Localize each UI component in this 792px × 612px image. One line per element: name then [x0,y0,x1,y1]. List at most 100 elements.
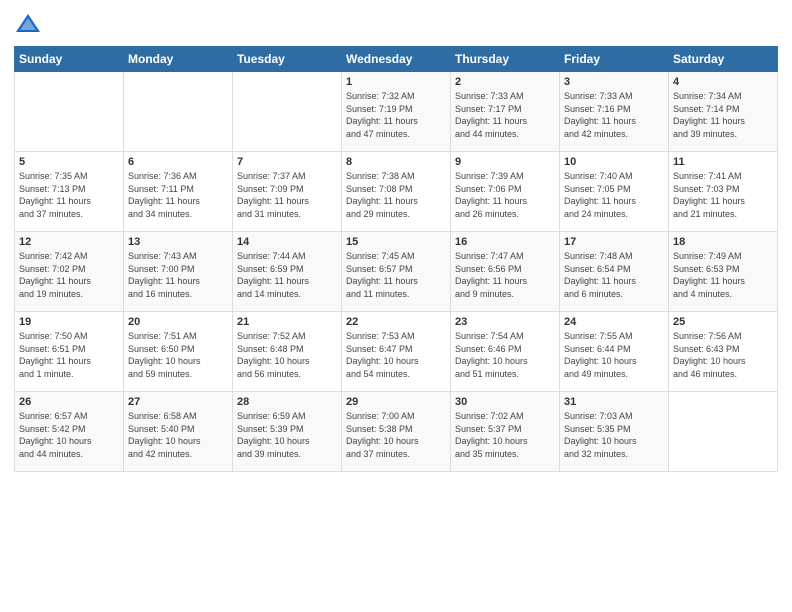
day-cell: 11Sunrise: 7:41 AM Sunset: 7:03 PM Dayli… [669,152,778,232]
day-cell: 17Sunrise: 7:48 AM Sunset: 6:54 PM Dayli… [560,232,669,312]
day-cell: 19 Sunrise: 7:50 AM Sunset: 6:51 PM Dayli… [15,312,124,392]
day-info: Sunrise: 7:40 AM Sunset: 7:05 PM Dayligh… [564,170,664,220]
day-number: 23 [455,316,555,328]
header [14,10,778,38]
day-number: 11 [673,156,773,168]
week-row-2: 12Sunrise: 7:42 AM Sunset: 7:02 PM Dayli… [15,232,778,312]
day-number: 21 [237,316,337,328]
day-number: 30 [455,396,555,408]
day-cell: 12Sunrise: 7:42 AM Sunset: 7:02 PM Dayli… [15,232,124,312]
logo [14,10,46,38]
day-cell: 30 Sunrise: 7:02 AM Sunset: 5:37 PM Dayli… [451,392,560,472]
week-row-4: 26 Sunrise: 6:57 AM Sunset: 5:42 PM Dayli… [15,392,778,472]
day-number: 1 [346,76,446,88]
day-number: 9 [455,156,555,168]
day-number: 14 [237,236,337,248]
day-number: 28 [237,396,337,408]
day-number: 29 [346,396,446,408]
day-cell: 28 Sunrise: 6:59 AM Sunset: 5:39 PM Dayli… [233,392,342,472]
day-cell: 29 Sunrise: 7:00 AM Sunset: 5:38 PM Dayli… [342,392,451,472]
day-cell: 16 Sunrise: 7:47 AM Sunset: 6:56 PM Dayli… [451,232,560,312]
weekday-monday: Monday [124,47,233,72]
day-info: Sunrise: 7:55 AM Sunset: 6:44 PM Dayligh… [564,330,664,380]
day-cell: 3Sunrise: 7:33 AM Sunset: 7:16 PM Daylig… [560,72,669,152]
day-cell [233,72,342,152]
weekday-sunday: Sunday [15,47,124,72]
day-info: Sunrise: 7:50 AM Sunset: 6:51 PM Dayligh… [19,330,119,380]
page: SundayMondayTuesdayWednesdayThursdayFrid… [0,0,792,612]
day-info: Sunrise: 7:37 AM Sunset: 7:09 PM Dayligh… [237,170,337,220]
day-number: 13 [128,236,228,248]
day-info: Sunrise: 7:33 AM Sunset: 7:16 PM Dayligh… [564,90,664,140]
day-cell: 24 Sunrise: 7:55 AM Sunset: 6:44 PM Dayli… [560,312,669,392]
weekday-saturday: Saturday [669,47,778,72]
logo-icon [14,10,42,38]
day-cell: 31 Sunrise: 7:03 AM Sunset: 5:35 PM Dayli… [560,392,669,472]
day-number: 15 [346,236,446,248]
day-info: Sunrise: 7:39 AM Sunset: 7:06 PM Dayligh… [455,170,555,220]
day-info: Sunrise: 7:45 AM Sunset: 6:57 PM Dayligh… [346,250,446,300]
day-number: 31 [564,396,664,408]
day-info: Sunrise: 7:44 AM Sunset: 6:59 PM Dayligh… [237,250,337,300]
day-info: Sunrise: 7:33 AM Sunset: 7:17 PM Dayligh… [455,90,555,140]
day-cell: 6 Sunrise: 7:36 AM Sunset: 7:11 PM Daylig… [124,152,233,232]
week-row-1: 5 Sunrise: 7:35 AM Sunset: 7:13 PM Daylig… [15,152,778,232]
day-number: 5 [19,156,119,168]
day-cell: 13 Sunrise: 7:43 AM Sunset: 7:00 PM Dayli… [124,232,233,312]
day-number: 6 [128,156,228,168]
day-number: 25 [673,316,773,328]
day-info: Sunrise: 7:42 AM Sunset: 7:02 PM Dayligh… [19,250,119,300]
day-info: Sunrise: 7:00 AM Sunset: 5:38 PM Dayligh… [346,410,446,460]
day-info: Sunrise: 7:53 AM Sunset: 6:47 PM Dayligh… [346,330,446,380]
day-cell: 4Sunrise: 7:34 AM Sunset: 7:14 PM Daylig… [669,72,778,152]
day-number: 24 [564,316,664,328]
week-row-0: 1 Sunrise: 7:32 AM Sunset: 7:19 PM Daylig… [15,72,778,152]
day-number: 16 [455,236,555,248]
day-number: 27 [128,396,228,408]
day-info: Sunrise: 7:51 AM Sunset: 6:50 PM Dayligh… [128,330,228,380]
day-info: Sunrise: 7:54 AM Sunset: 6:46 PM Dayligh… [455,330,555,380]
day-cell: 18 Sunrise: 7:49 AM Sunset: 6:53 PM Dayli… [669,232,778,312]
day-cell: 9 Sunrise: 7:39 AM Sunset: 7:06 PM Daylig… [451,152,560,232]
day-info: Sunrise: 7:35 AM Sunset: 7:13 PM Dayligh… [19,170,119,220]
day-cell: 20 Sunrise: 7:51 AM Sunset: 6:50 PM Dayli… [124,312,233,392]
calendar-header: SundayMondayTuesdayWednesdayThursdayFrid… [15,47,778,72]
day-number: 26 [19,396,119,408]
week-row-3: 19 Sunrise: 7:50 AM Sunset: 6:51 PM Dayli… [15,312,778,392]
calendar-body: 1 Sunrise: 7:32 AM Sunset: 7:19 PM Daylig… [15,72,778,472]
weekday-thursday: Thursday [451,47,560,72]
weekday-wednesday: Wednesday [342,47,451,72]
day-cell: 25 Sunrise: 7:56 AM Sunset: 6:43 PM Dayli… [669,312,778,392]
day-number: 20 [128,316,228,328]
day-number: 22 [346,316,446,328]
day-info: Sunrise: 7:47 AM Sunset: 6:56 PM Dayligh… [455,250,555,300]
day-info: Sunrise: 7:43 AM Sunset: 7:00 PM Dayligh… [128,250,228,300]
day-info: Sunrise: 7:49 AM Sunset: 6:53 PM Dayligh… [673,250,773,300]
day-info: Sunrise: 6:58 AM Sunset: 5:40 PM Dayligh… [128,410,228,460]
day-info: Sunrise: 6:59 AM Sunset: 5:39 PM Dayligh… [237,410,337,460]
day-cell: 2Sunrise: 7:33 AM Sunset: 7:17 PM Daylig… [451,72,560,152]
day-cell: 14 Sunrise: 7:44 AM Sunset: 6:59 PM Dayli… [233,232,342,312]
weekday-tuesday: Tuesday [233,47,342,72]
day-info: Sunrise: 7:38 AM Sunset: 7:08 PM Dayligh… [346,170,446,220]
day-cell: 1 Sunrise: 7:32 AM Sunset: 7:19 PM Daylig… [342,72,451,152]
day-cell: 10Sunrise: 7:40 AM Sunset: 7:05 PM Dayli… [560,152,669,232]
day-info: Sunrise: 7:02 AM Sunset: 5:37 PM Dayligh… [455,410,555,460]
day-cell: 23 Sunrise: 7:54 AM Sunset: 6:46 PM Dayli… [451,312,560,392]
day-number: 18 [673,236,773,248]
day-info: Sunrise: 7:56 AM Sunset: 6:43 PM Dayligh… [673,330,773,380]
day-info: Sunrise: 7:36 AM Sunset: 7:11 PM Dayligh… [128,170,228,220]
weekday-row: SundayMondayTuesdayWednesdayThursdayFrid… [15,47,778,72]
day-cell: 27 Sunrise: 6:58 AM Sunset: 5:40 PM Dayli… [124,392,233,472]
day-info: Sunrise: 7:32 AM Sunset: 7:19 PM Dayligh… [346,90,446,140]
day-cell: 21Sunrise: 7:52 AM Sunset: 6:48 PM Dayli… [233,312,342,392]
day-info: Sunrise: 6:57 AM Sunset: 5:42 PM Dayligh… [19,410,119,460]
day-cell: 26 Sunrise: 6:57 AM Sunset: 5:42 PM Dayli… [15,392,124,472]
day-info: Sunrise: 7:03 AM Sunset: 5:35 PM Dayligh… [564,410,664,460]
day-cell [15,72,124,152]
day-number: 7 [237,156,337,168]
day-number: 8 [346,156,446,168]
calendar-table: SundayMondayTuesdayWednesdayThursdayFrid… [14,46,778,472]
day-number: 19 [19,316,119,328]
day-cell: 7 Sunrise: 7:37 AM Sunset: 7:09 PM Daylig… [233,152,342,232]
